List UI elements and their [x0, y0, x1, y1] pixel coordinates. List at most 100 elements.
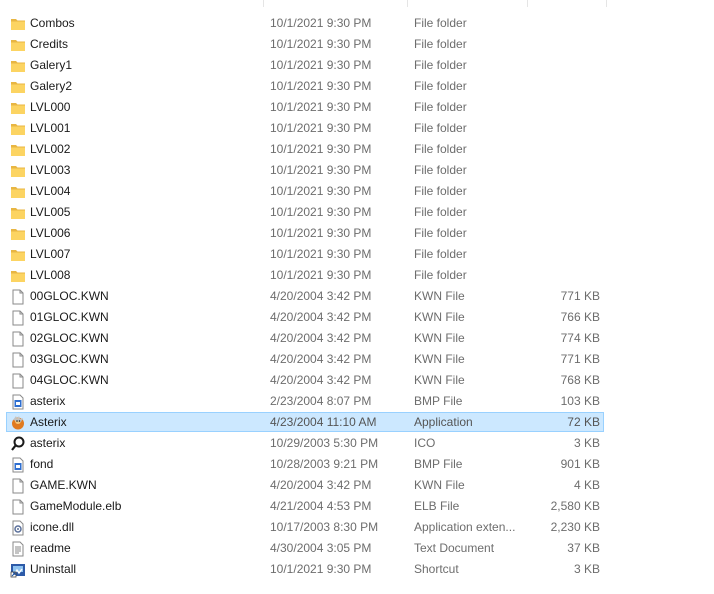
file-size: 2,580 KB [550, 499, 600, 513]
file-row[interactable]: LVL002 10/1/2021 9:30 PM File folder [6, 139, 604, 159]
file-type: KWN File [414, 310, 465, 324]
file-date-modified: 10/1/2021 9:30 PM [270, 58, 372, 72]
file-name: asterix [30, 436, 66, 450]
file-date-modified: 10/28/2003 9:21 PM [270, 457, 379, 471]
folder-icon [10, 37, 26, 53]
file-row[interactable]: LVL005 10/1/2021 9:30 PM File folder [6, 202, 604, 222]
file-row[interactable]: LVL004 10/1/2021 9:30 PM File folder [6, 181, 604, 201]
file-name: 04GLOC.KWN [30, 373, 109, 387]
file-date-modified: 10/1/2021 9:30 PM [270, 247, 372, 261]
file-name: LVL000 [30, 100, 71, 114]
file-type: File folder [414, 163, 467, 177]
file-row[interactable]: GAME.KWN 4/20/2004 3:42 PM KWN File 4 KB [6, 475, 604, 495]
file-icon [10, 352, 26, 368]
file-row[interactable]: 00GLOC.KWN 4/20/2004 3:42 PM KWN File 771 K… [6, 286, 604, 306]
file-date-modified: 4/30/2004 3:05 PM [270, 541, 372, 555]
file-name: fond [30, 457, 54, 471]
column-separator[interactable] [527, 0, 528, 7]
file-row[interactable]: asterix 2/23/2004 8:07 PM BMP File 103 KB [6, 391, 604, 411]
folder-icon [10, 79, 26, 95]
file-date-modified: 10/1/2021 9:30 PM [270, 16, 372, 30]
file-date-modified: 10/29/2003 5:30 PM [270, 436, 379, 450]
file-icon [10, 310, 26, 326]
file-date-modified: 10/1/2021 9:30 PM [270, 205, 372, 219]
file-type: Shortcut [414, 562, 459, 576]
file-size: 4 KB [573, 478, 600, 492]
text-document-icon [10, 541, 26, 557]
file-type: File folder [414, 142, 467, 156]
file-name: LVL001 [30, 121, 71, 135]
file-icon [10, 373, 26, 389]
file-row[interactable]: Combos 10/1/2021 9:30 PM File folder [6, 13, 604, 33]
file-date-modified: 4/20/2004 3:42 PM [270, 289, 372, 303]
file-size: 766 KB [560, 310, 600, 324]
file-type: ICO [414, 436, 436, 450]
file-size: 37 KB [567, 541, 600, 555]
file-icon [10, 478, 26, 494]
file-size [527, 203, 600, 223]
file-type: File folder [414, 37, 467, 51]
file-size: 774 KB [560, 331, 600, 345]
file-name: LVL004 [30, 184, 71, 198]
file-size [527, 182, 600, 202]
uninstall-shortcut-icon [10, 562, 26, 578]
file-row[interactable]: 02GLOC.KWN 4/20/2004 3:42 PM KWN File 774 K… [6, 328, 604, 348]
file-type: File folder [414, 184, 467, 198]
file-date-modified: 10/1/2021 9:30 PM [270, 142, 372, 156]
file-row[interactable]: LVL008 10/1/2021 9:30 PM File folder [6, 265, 604, 285]
file-row[interactable]: LVL006 10/1/2021 9:30 PM File folder [6, 223, 604, 243]
file-row[interactable]: Credits 10/1/2021 9:30 PM File folder [6, 34, 604, 54]
file-name: 00GLOC.KWN [30, 289, 109, 303]
file-row[interactable]: LVL001 10/1/2021 9:30 PM File folder [6, 118, 604, 138]
file-size [527, 140, 600, 160]
file-size: 3 KB [573, 436, 600, 450]
folder-icon [10, 184, 26, 200]
file-icon [10, 499, 26, 515]
file-type: Text Document [414, 541, 495, 555]
file-row[interactable]: GameModule.elb 4/21/2004 4:53 PM ELB File 2… [6, 496, 604, 516]
file-size: 771 KB [560, 352, 600, 366]
column-separator[interactable] [407, 0, 408, 7]
file-row[interactable]: LVL003 10/1/2021 9:30 PM File folder [6, 160, 604, 180]
file-size [527, 245, 600, 265]
file-row[interactable]: Galery1 10/1/2021 9:30 PM File folder [6, 55, 604, 75]
file-row[interactable]: 01GLOC.KWN 4/20/2004 3:42 PM KWN File 766 K… [6, 307, 604, 327]
column-separator[interactable] [606, 0, 607, 7]
file-name: Galery2 [30, 79, 73, 93]
file-date-modified: 4/20/2004 3:42 PM [270, 478, 372, 492]
file-size [527, 161, 600, 181]
file-size [527, 77, 600, 97]
folder-icon [10, 247, 26, 263]
file-size [527, 224, 600, 244]
file-row[interactable]: 03GLOC.KWN 4/20/2004 3:42 PM KWN File 771 K… [6, 349, 604, 369]
file-row[interactable]: asterix 10/29/2003 5:30 PM ICO 3 KB [6, 433, 604, 453]
dll-icon [10, 520, 26, 536]
file-type: File folder [414, 268, 467, 282]
file-row[interactable]: icone.dll 10/17/2003 8:30 PM Application e… [6, 517, 604, 537]
file-type: File folder [414, 121, 467, 135]
file-size: 771 KB [560, 289, 600, 303]
folder-icon [10, 205, 26, 221]
file-row[interactable]: fond 10/28/2003 9:21 PM BMP File 901 KB [6, 454, 604, 474]
file-row[interactable]: LVL007 10/1/2021 9:30 PM File folder [6, 244, 604, 264]
file-type: BMP File [414, 394, 463, 408]
file-row[interactable]: Uninstall 10/1/2021 9:30 PM Shortcut 3 KB [6, 559, 604, 579]
file-type: ELB File [414, 499, 460, 513]
file-size [527, 266, 600, 286]
folder-icon [10, 163, 26, 179]
file-row[interactable]: readme 4/30/2004 3:05 PM Text Document 37 K… [6, 538, 604, 558]
file-row[interactable]: 04GLOC.KWN 4/20/2004 3:42 PM KWN File 768 K… [6, 370, 604, 390]
file-size [527, 98, 600, 118]
column-separator[interactable] [263, 0, 264, 7]
file-name: GameModule.elb [30, 499, 122, 513]
ico-icon [10, 436, 26, 452]
bmp-icon [10, 457, 26, 473]
file-row[interactable]: LVL000 10/1/2021 9:30 PM File folder [6, 97, 604, 117]
column-header-strip [0, 0, 714, 7]
file-date-modified: 10/17/2003 8:30 PM [270, 520, 379, 534]
file-date-modified: 10/1/2021 9:30 PM [270, 562, 372, 576]
file-row[interactable]: Galery2 10/1/2021 9:30 PM File folder [6, 76, 604, 96]
bmp-icon [10, 394, 26, 410]
file-name: LVL006 [30, 226, 71, 240]
file-row[interactable]: Asterix 4/23/2004 11:10 AM Application 72 K… [6, 412, 604, 432]
